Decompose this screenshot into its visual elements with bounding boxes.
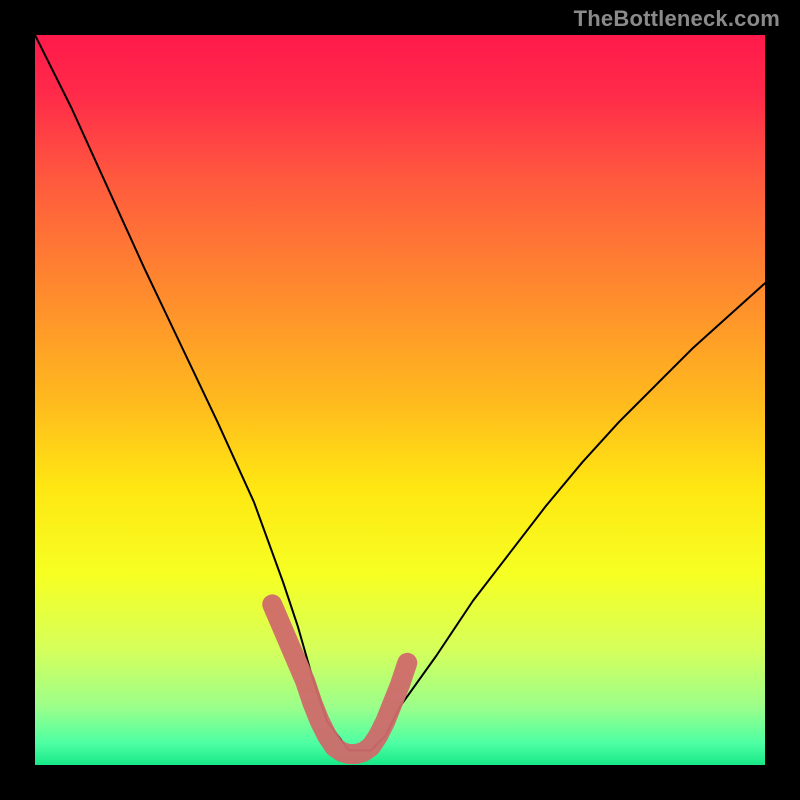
plot-area — [35, 35, 765, 765]
chart-frame: TheBottleneck.com — [0, 0, 800, 800]
chart-svg — [35, 35, 765, 765]
gradient-background — [35, 35, 765, 765]
watermark-text: TheBottleneck.com — [574, 6, 780, 32]
